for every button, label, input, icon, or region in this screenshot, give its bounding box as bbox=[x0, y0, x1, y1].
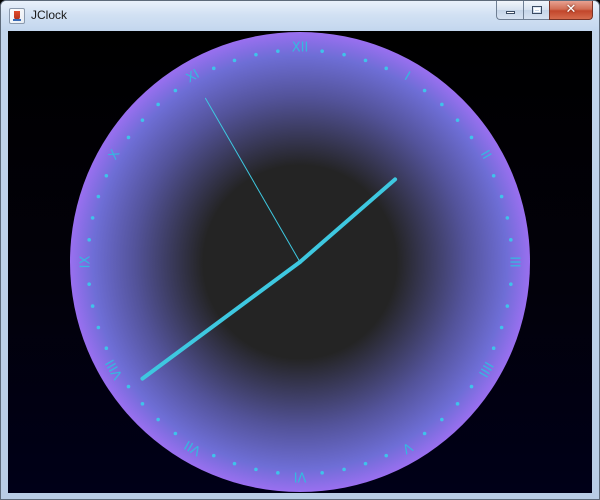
maximize-button[interactable] bbox=[523, 1, 549, 20]
clock-canvas: XII I II III IIII V VI VII VIII IX X XI bbox=[8, 31, 592, 493]
minute-tick-dot bbox=[469, 384, 474, 389]
minute-tick-dot bbox=[140, 118, 145, 122]
window-controls: ✕ bbox=[496, 1, 593, 20]
minute-tick-dot bbox=[126, 384, 131, 389]
minute-tick-dot bbox=[173, 88, 178, 93]
hour-numeral: XII bbox=[292, 41, 309, 56]
minute-tick-dot bbox=[440, 102, 444, 107]
minute-tick-dot bbox=[156, 417, 160, 422]
maximize-icon bbox=[532, 6, 542, 14]
minute-tick-dot bbox=[491, 173, 496, 178]
minute-tick-dot bbox=[156, 102, 160, 107]
minute-tick-dot bbox=[320, 49, 324, 53]
minute-tick-dot bbox=[90, 304, 95, 308]
minute-tick-dot bbox=[254, 52, 258, 57]
minute-tick-dot bbox=[90, 216, 95, 220]
minute-tick-dot bbox=[232, 461, 237, 466]
window-title: JClock bbox=[31, 8, 68, 22]
minute-tick-dot bbox=[384, 453, 389, 458]
java-icon[interactable] bbox=[9, 8, 25, 24]
minimize-icon bbox=[506, 11, 515, 14]
minute-tick-dot bbox=[505, 304, 510, 308]
minute-tick-dot bbox=[96, 194, 101, 199]
minute-tick-dot bbox=[320, 471, 324, 475]
minute-tick-dot bbox=[342, 467, 346, 472]
minute-tick-dot bbox=[211, 453, 216, 458]
minute-tick-dot bbox=[254, 467, 258, 472]
analog-clock: XIIIIIIIIIIIIVVIVIIVIIIIXXXI bbox=[70, 32, 530, 492]
close-button[interactable]: ✕ bbox=[549, 1, 593, 20]
minute-tick-dot bbox=[384, 66, 389, 71]
minute-tick-dot bbox=[455, 402, 460, 406]
hour-numeral: VI bbox=[294, 469, 307, 484]
minute-tick-dot bbox=[491, 346, 496, 351]
close-icon: ✕ bbox=[565, 2, 577, 17]
minute-tick-dot bbox=[499, 325, 504, 330]
minute-tick-dot bbox=[276, 49, 280, 53]
minute-tick-dot bbox=[87, 238, 91, 242]
minute-tick-dot bbox=[126, 135, 131, 140]
minute-tick-dot bbox=[469, 135, 474, 140]
minute-tick-dot bbox=[96, 325, 101, 330]
minute-tick-dot bbox=[505, 216, 510, 220]
minute-tick-dot bbox=[455, 118, 460, 122]
minute-tick-dot bbox=[173, 431, 178, 436]
minute-tick-dot bbox=[509, 238, 513, 242]
minute-tick-dot bbox=[440, 417, 444, 422]
minute-tick-dot bbox=[363, 58, 368, 63]
minute-tick-dot bbox=[342, 52, 346, 57]
minute-tick-dot bbox=[363, 461, 368, 466]
minute-tick-dot bbox=[422, 431, 427, 436]
hour-numeral: IX bbox=[79, 256, 94, 269]
title-bar[interactable]: JClock ✕ bbox=[1, 1, 599, 31]
minute-tick-dot bbox=[104, 173, 109, 178]
minute-tick-dot bbox=[422, 88, 427, 93]
minute-tick-dot bbox=[232, 58, 237, 63]
minute-tick-dot bbox=[104, 346, 109, 351]
minute-tick-dot bbox=[140, 402, 145, 406]
jclock-window: JClock ✕ XII I II III IIII V VI VII VIII… bbox=[0, 0, 600, 500]
hour-numeral: III bbox=[507, 256, 522, 268]
minute-tick-dot bbox=[276, 471, 280, 475]
minute-tick-dot bbox=[509, 282, 513, 286]
minute-tick-dot bbox=[499, 194, 504, 199]
minute-tick-dot bbox=[211, 66, 216, 71]
minute-tick-dot bbox=[87, 282, 91, 286]
minimize-button[interactable] bbox=[496, 1, 523, 20]
